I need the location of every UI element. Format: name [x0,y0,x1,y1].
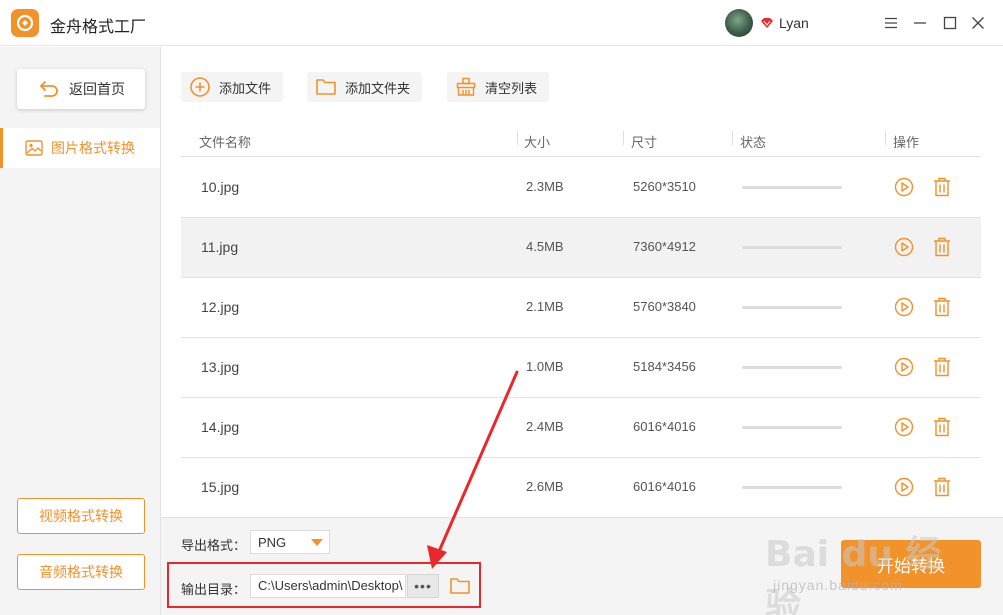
trash-icon[interactable] [932,357,952,377]
sidebar: 返回首页 图片格式转换 视频格式转换 音频格式转换 [0,47,161,615]
start-convert-button[interactable]: 开始转换 [841,540,981,588]
file-dimension: 7360*4912 [633,239,696,254]
file-dimension: 5260*3510 [633,179,696,194]
add-file-label: 添加文件 [219,80,272,96]
file-table-header: 文件名称 大小 尺寸 状态 操作 [181,127,981,157]
file-name: 12.jpg [201,299,240,315]
progress-bar [742,306,842,309]
file-size: 4.5MB [526,239,564,254]
file-size: 2.4MB [526,419,564,434]
file-name: 11.jpg [201,239,239,255]
browse-dir-button[interactable]: ••• [407,574,439,598]
sidebar-item-label: 图片格式转换 [51,140,135,156]
export-format-select[interactable]: PNG [250,530,330,554]
file-size: 2.1MB [526,299,564,314]
file-dimension: 5184*3456 [633,359,696,374]
column-divider [732,131,733,145]
broom-icon [456,77,476,96]
audio-convert-button[interactable]: 音频格式转换 [17,554,145,590]
output-dir-field[interactable]: C:\Users\admin\Desktop\ [250,574,406,598]
file-size: 2.6MB [526,479,564,494]
play-icon[interactable] [894,297,914,317]
title-bar: 金舟格式工厂 Lyan [0,0,1003,46]
progress-bar [742,366,842,369]
file-name: 14.jpg [201,419,240,435]
table-row[interactable]: 14.jpg 2.4MB 6016*4016 [181,398,981,458]
back-home-button[interactable]: 返回首页 [17,69,145,109]
column-header-size: 大小 [524,135,551,150]
column-header-dimension: 尺寸 [631,135,658,150]
table-row[interactable]: 12.jpg 2.1MB 5760*3840 [181,278,981,338]
app-title: 金舟格式工厂 [50,19,147,36]
image-icon [25,140,43,156]
progress-bar [742,426,842,429]
add-folder-label: 添加文件夹 [345,80,411,96]
avatar[interactable] [725,9,753,37]
trash-icon[interactable] [932,297,952,317]
file-dimension: 6016*4016 [633,419,696,434]
add-folder-button[interactable]: 添加文件夹 [307,72,423,102]
minimize-icon[interactable] [911,14,929,32]
table-row[interactable]: 10.jpg 2.3MB 5260*3510 [181,158,981,218]
video-convert-button[interactable]: 视频格式转换 [17,498,145,534]
file-dimension: 5760*3840 [633,299,696,314]
file-name: 13.jpg [201,359,240,375]
play-icon[interactable] [894,417,914,437]
back-home-label: 返回首页 [69,81,125,97]
column-header-action: 操作 [893,135,920,150]
username[interactable]: Lyan [779,15,809,31]
play-icon[interactable] [894,177,914,197]
clear-list-button[interactable]: 清空列表 [447,72,550,102]
maximize-icon[interactable] [941,14,959,32]
play-icon[interactable] [894,237,914,257]
bottom-panel: 导出格式： PNG 输出目录： C:\Users\admin\Desktop\ … [161,517,1003,615]
table-row[interactable]: 15.jpg 2.6MB 6016*4016 [181,458,981,518]
trash-icon[interactable] [932,417,952,437]
vip-diamond-icon [761,18,773,28]
table-row[interactable]: 13.jpg 1.0MB 5184*3456 [181,338,981,398]
plus-circle-icon [190,77,210,97]
close-icon[interactable] [969,14,987,32]
add-file-button[interactable]: 添加文件 [181,72,284,102]
column-header-name: 文件名称 [199,135,252,150]
file-dimension: 6016*4016 [633,479,696,494]
file-name: 15.jpg [201,479,240,495]
folder-icon [316,79,336,95]
play-icon[interactable] [894,357,914,377]
column-divider [517,131,518,145]
progress-bar [742,246,842,249]
export-format-value: PNG [258,534,287,550]
column-divider [623,131,624,145]
progress-bar [742,186,842,189]
back-arrow-icon [40,81,58,97]
file-size: 1.0MB [526,359,564,374]
table-row[interactable]: 11.jpg 4.5MB 7360*4912 [181,218,981,278]
output-dir-label: 输出目录： [181,582,247,597]
sidebar-item-image-convert[interactable]: 图片格式转换 [0,128,160,168]
clear-list-label: 清空列表 [485,80,538,96]
menu-icon[interactable] [882,14,900,32]
file-size: 2.3MB [526,179,564,194]
export-format-label: 导出格式： [181,538,247,553]
progress-bar [742,486,842,489]
dropdown-caret-icon [311,539,323,546]
open-folder-icon[interactable] [449,575,471,597]
file-name: 10.jpg [201,179,240,195]
trash-icon[interactable] [932,177,952,197]
trash-icon[interactable] [932,477,952,497]
play-icon[interactable] [894,477,914,497]
column-divider [885,131,886,145]
column-header-status: 状态 [740,135,767,150]
app-logo-icon [11,9,39,37]
trash-icon[interactable] [932,237,952,257]
